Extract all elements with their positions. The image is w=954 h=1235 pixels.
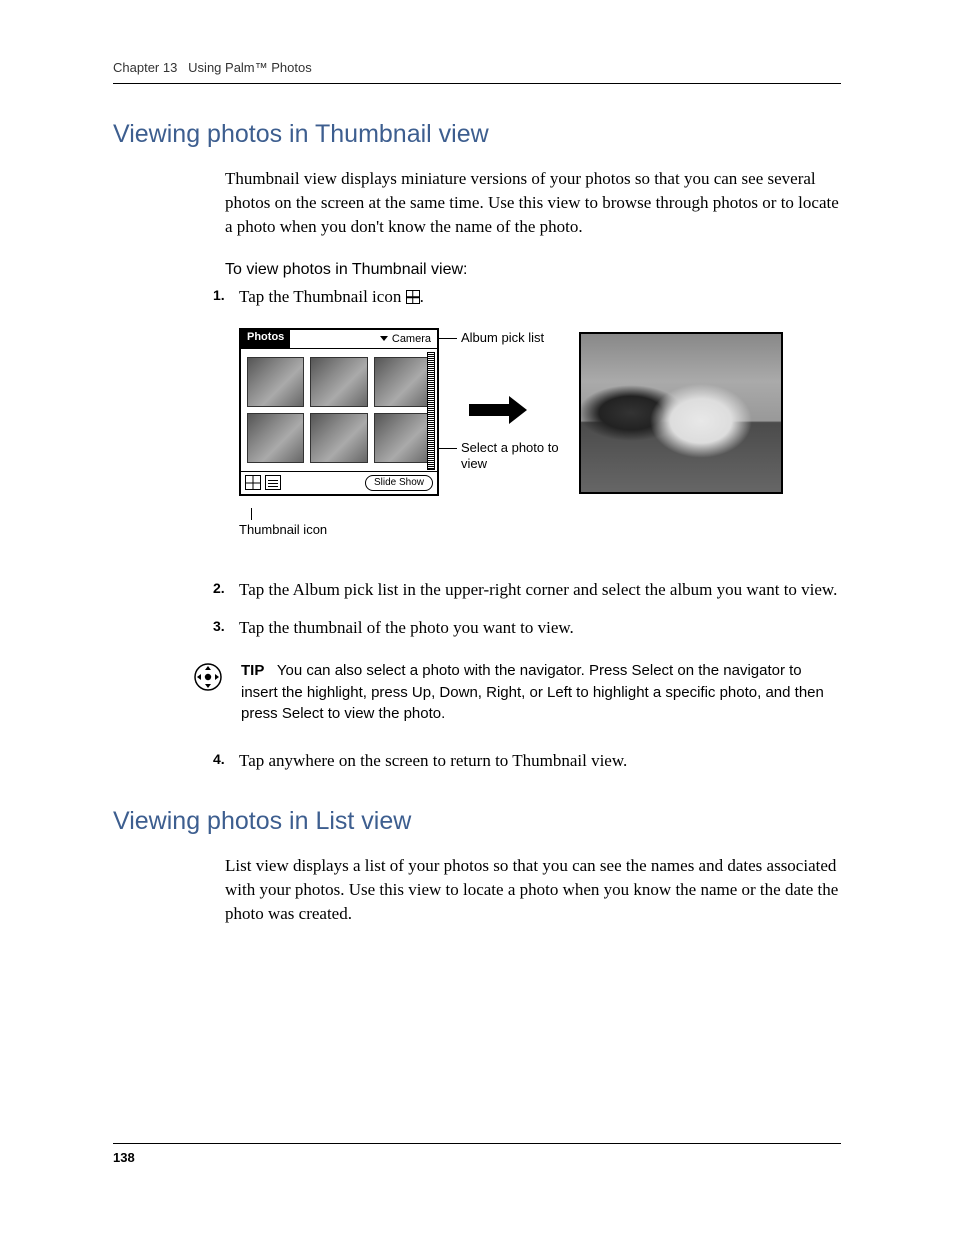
album-picklist[interactable]: Camera [376, 330, 437, 348]
slideshow-button[interactable]: Slide Show [365, 475, 433, 491]
thumbnail-item[interactable] [374, 413, 431, 463]
callout-leader [439, 338, 457, 339]
list-view-icon[interactable] [265, 475, 281, 490]
step-3: 3. Tap the thumbnail of the photo you wa… [213, 616, 841, 640]
manual-page: Chapter 13 Using Palm™ Photos Viewing ph… [0, 0, 954, 1235]
section-heading-thumbnail: Viewing photos in Thumbnail view [113, 120, 841, 149]
step-number: 4. [213, 749, 239, 773]
tip-body: You can also select a photo with the nav… [241, 662, 824, 723]
photo-detail-mock [579, 332, 783, 494]
scrollbar[interactable] [427, 352, 435, 470]
thumbnail-item[interactable] [310, 413, 367, 463]
palm-footer: Slide Show [241, 471, 437, 494]
thumbnail-item[interactable] [247, 413, 304, 463]
chapter-title: Using Palm™ Photos [188, 60, 312, 75]
callout-leader [439, 448, 457, 449]
thumbnail-item[interactable] [310, 357, 367, 407]
figure-thumbnail-view: Photos Camera Slide Show [239, 328, 841, 548]
thumbnail-item[interactable] [374, 357, 431, 407]
thumbnail-item[interactable] [247, 357, 304, 407]
callout-leader [251, 508, 252, 520]
step-number: 3. [213, 616, 239, 640]
step-2: 2. Tap the Album pick list in the upper-… [213, 578, 841, 602]
tip-block: TIP You can also select a photo with the… [193, 660, 841, 725]
step-text: Tap anywhere on the screen to return to … [239, 749, 841, 773]
thumbnail-icon-caption: Thumbnail icon [239, 522, 327, 537]
chapter-label: Chapter 13 [113, 60, 177, 75]
step-4: 4. Tap anywhere on the screen to return … [213, 749, 841, 773]
intro-paragraph-2: List view displays a list of your photos… [225, 854, 841, 926]
navigator-icon [193, 662, 223, 692]
step-text: Tap the Thumbnail icon . [239, 285, 841, 309]
thumbnail-grid [241, 349, 437, 471]
picklist-value: Camera [392, 333, 431, 345]
step-text: Tap the thumbnail of the photo you want … [239, 616, 841, 640]
step-number: 1. [213, 285, 239, 309]
step-text: Tap the Album pick list in the upper-rig… [239, 578, 841, 602]
tip-label: TIP [241, 662, 264, 679]
callout-select-photo: Select a photo to view [461, 440, 571, 474]
running-header: Chapter 13 Using Palm™ Photos [113, 60, 841, 84]
app-title: Photos [241, 330, 290, 348]
step-number: 2. [213, 578, 239, 602]
thumbnail-grid-icon [406, 290, 420, 304]
arrow-right-icon [469, 396, 527, 424]
chevron-down-icon [380, 336, 388, 341]
palm-titlebar: Photos Camera [241, 330, 437, 349]
palm-screen-mock: Photos Camera Slide Show [239, 328, 439, 496]
step-1: 1. Tap the Thumbnail icon . [213, 285, 841, 309]
section-heading-list: Viewing photos in List view [113, 807, 841, 836]
thumbnail-view-icon[interactable] [245, 475, 261, 490]
page-number: 138 [113, 1143, 841, 1165]
intro-paragraph-1: Thumbnail view displays miniature versio… [225, 167, 841, 239]
callout-album-picklist: Album pick list [461, 330, 551, 347]
tip-text: TIP You can also select a photo with the… [241, 660, 841, 725]
procedure-heading-1: To view photos in Thumbnail view: [225, 261, 841, 279]
